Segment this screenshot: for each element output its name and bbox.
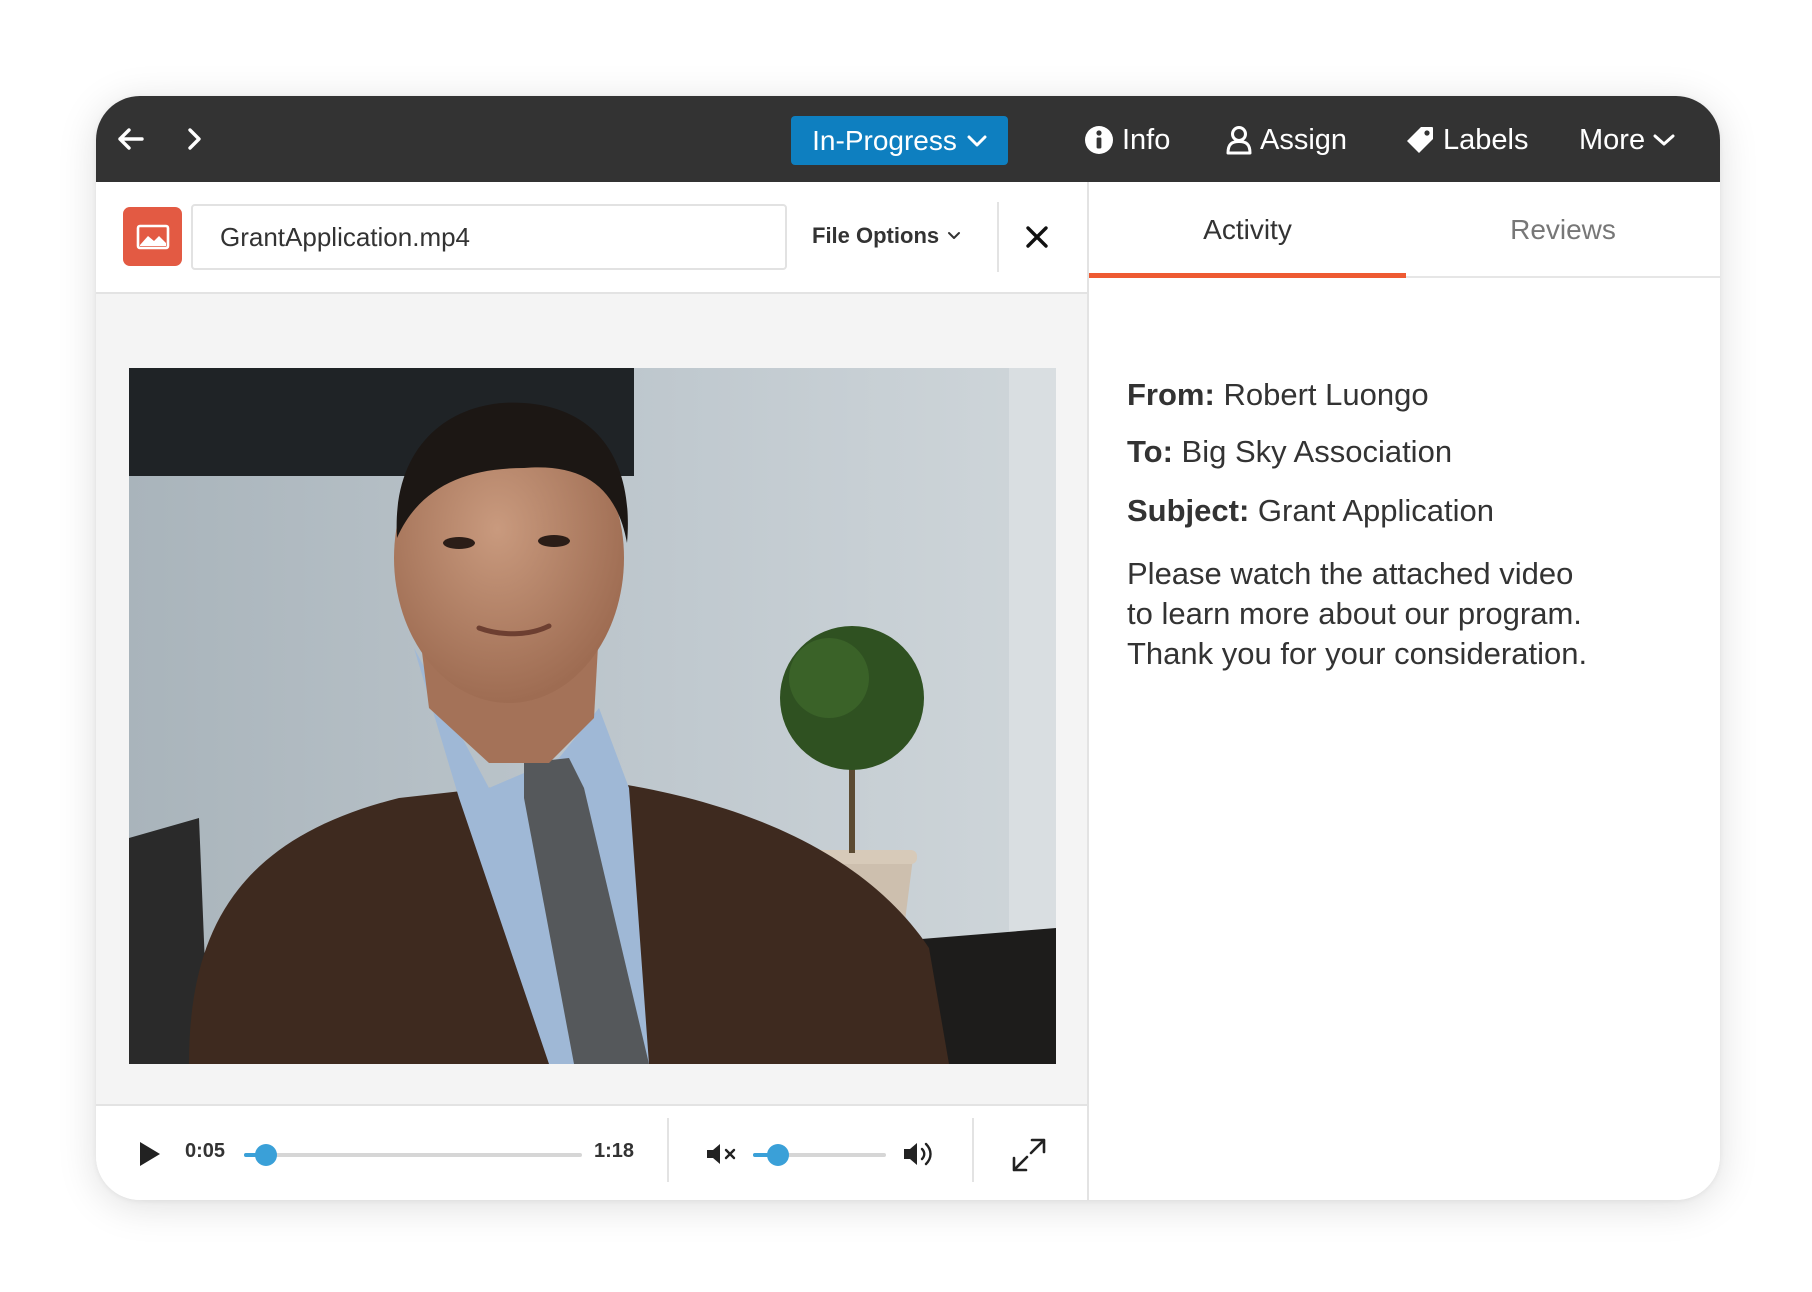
close-icon <box>1026 226 1048 248</box>
volume-handle[interactable] <box>767 1144 790 1166</box>
controls-divider <box>972 1118 974 1182</box>
file-viewer-pane: GrantApplication.mp4 File Options 0:05 1… <box>96 182 1089 1200</box>
to-value: Big Sky Association <box>1181 434 1453 469</box>
mute-icon[interactable] <box>705 1141 739 1167</box>
user-icon <box>1226 126 1252 155</box>
message-body-line: to learn more about our program. <box>1127 596 1582 631</box>
tag-icon <box>1407 127 1433 153</box>
top-toolbar: In-Progress Info Assign Labels More <box>96 96 1720 182</box>
message-from: From: Robert Luongo <box>1127 377 1707 413</box>
controls-divider <box>667 1118 669 1182</box>
message-subject: Subject: Grant Application <box>1127 493 1707 529</box>
volume-slider[interactable] <box>753 1144 886 1166</box>
chevron-down-icon <box>948 232 961 239</box>
header-divider <box>997 202 999 272</box>
image-file-icon <box>123 207 182 266</box>
status-dropdown-button[interactable]: In-Progress <box>791 116 1008 165</box>
file-header: GrantApplication.mp4 File Options <box>96 182 1087 294</box>
file-options-dropdown[interactable]: File Options <box>812 216 961 256</box>
close-button[interactable] <box>1017 217 1057 257</box>
labels-label: Labels <box>1443 123 1529 156</box>
progress-handle[interactable] <box>254 1144 277 1166</box>
volume-up-icon[interactable] <box>902 1139 936 1169</box>
video-thumbnail <box>129 368 1056 1064</box>
forward-button[interactable] <box>176 121 212 157</box>
subject-label: Subject: <box>1127 493 1250 528</box>
more-label: More <box>1579 123 1646 156</box>
active-tab-indicator <box>1089 273 1406 278</box>
subject-value: Grant Application <box>1257 493 1495 528</box>
info-button[interactable]: Info <box>1084 116 1170 164</box>
from-value: Robert Luongo <box>1223 377 1429 412</box>
progress-slider[interactable] <box>244 1144 582 1166</box>
play-icon[interactable] <box>134 1138 164 1170</box>
total-time: 1:18 <box>594 1140 635 1162</box>
app-window: In-Progress Info Assign Labels More Gran… <box>96 96 1720 1200</box>
activity-pane: Activity Reviews From: Robert Luongo To:… <box>1089 182 1720 1200</box>
file-name-field[interactable]: GrantApplication.mp4 <box>191 204 787 270</box>
arrow-left-icon <box>118 128 144 150</box>
to-label: To: <box>1127 434 1173 469</box>
assign-label: Assign <box>1260 123 1348 156</box>
message-body-line: Thank you for your consideration. <box>1127 636 1588 671</box>
message-body: Please watch the attached video to learn… <box>1127 554 1707 674</box>
status-label: In-Progress <box>812 124 957 156</box>
more-menu-button[interactable]: More <box>1579 116 1675 164</box>
current-time: 0:05 <box>185 1140 226 1162</box>
from-label: From: <box>1127 377 1215 412</box>
labels-button[interactable]: Labels <box>1405 116 1528 164</box>
chevron-down-icon <box>967 135 987 146</box>
assign-button[interactable]: Assign <box>1226 116 1347 164</box>
tab-activity[interactable]: Activity <box>1089 182 1406 278</box>
back-button[interactable] <box>112 121 148 157</box>
video-controls: 0:05 1:18 <box>96 1104 1087 1200</box>
tab-reviews[interactable]: Reviews <box>1406 182 1720 278</box>
info-label: Info <box>1122 123 1171 156</box>
file-options-label: File Options <box>812 223 940 248</box>
message-body-line: Please watch the attached video <box>1127 556 1574 591</box>
message-to: To: Big Sky Association <box>1127 434 1707 470</box>
tab-bar: Activity Reviews <box>1089 182 1720 278</box>
fullscreen-icon[interactable] <box>1010 1136 1048 1174</box>
video-frame[interactable] <box>129 368 1056 1064</box>
info-icon <box>1085 126 1113 154</box>
chevron-right-icon <box>188 128 201 150</box>
chevron-down-icon <box>1653 134 1675 146</box>
